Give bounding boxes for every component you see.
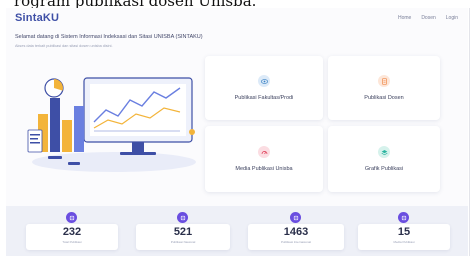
- stat-value: 232: [62, 226, 82, 238]
- card-media-publikasi-unisba[interactable]: Media Publikasi Unisba: [205, 126, 323, 192]
- card-publikasi-dosen[interactable]: Publikasi Dosen: [328, 56, 440, 120]
- card-label: Grafik Publikasi: [364, 166, 404, 172]
- card-publikasi-fakultas-prodi[interactable]: Publikasi Fakultas/Prodi: [205, 56, 323, 120]
- stat-value: 15: [397, 226, 411, 238]
- document-icon: [378, 75, 390, 87]
- stat-card-publikasi-nasional: 521 Publikasi Nasional: [136, 224, 230, 250]
- intro-title: Selamat datang di Sistem Informasi Indek…: [15, 34, 203, 40]
- layers-icon: [378, 146, 390, 158]
- card-grafik-publikasi[interactable]: Grafik Publikasi: [328, 126, 440, 192]
- intro-subtitle: Akses data terkait publikasi dan sitasi …: [15, 44, 113, 48]
- intro-section: Selamat datang di Sistem Informasi Indek…: [15, 34, 245, 48]
- nav-home[interactable]: Home: [398, 15, 411, 21]
- stat-caption: Total Publikasi: [62, 240, 82, 244]
- browser-page: SintaKU Home Dosen Login Selamat datang …: [6, 8, 468, 256]
- stat-card-publikasi-internasional: 1463 Publikasi Internasional: [248, 224, 344, 250]
- nav-menu: Home Dosen Login: [398, 15, 458, 21]
- nav-login[interactable]: Login: [446, 15, 458, 21]
- navbar: SintaKU Home Dosen Login: [6, 8, 468, 28]
- card-label: Publikasi Dosen: [364, 95, 404, 101]
- document-icon: [66, 212, 77, 223]
- document-icon: [290, 212, 301, 223]
- dashboard-illustration: [27, 77, 196, 172]
- stat-caption: Publikasi Internasional: [280, 240, 312, 244]
- card-label: Publikasi Fakultas/Prodi: [234, 95, 294, 101]
- brand-logo[interactable]: SintaKU: [15, 12, 59, 24]
- stat-caption: Media Publikasi: [393, 240, 415, 244]
- stat-caption: Publikasi Nasional: [170, 240, 196, 244]
- stat-card-media-publikasi: 15 Media Publikasi: [358, 224, 450, 250]
- card-label: Media Publikasi Unisba: [235, 166, 293, 172]
- document-icon: [177, 212, 188, 223]
- eye-icon: [258, 75, 270, 87]
- stat-value: 521: [173, 226, 193, 238]
- document-icon: [398, 212, 409, 223]
- stat-card-total-publikasi: 232 Total Publikasi: [26, 224, 118, 250]
- nav-dosen[interactable]: Dosen: [421, 15, 435, 21]
- stat-value: 1463: [283, 226, 309, 238]
- chart-icon: [258, 146, 270, 158]
